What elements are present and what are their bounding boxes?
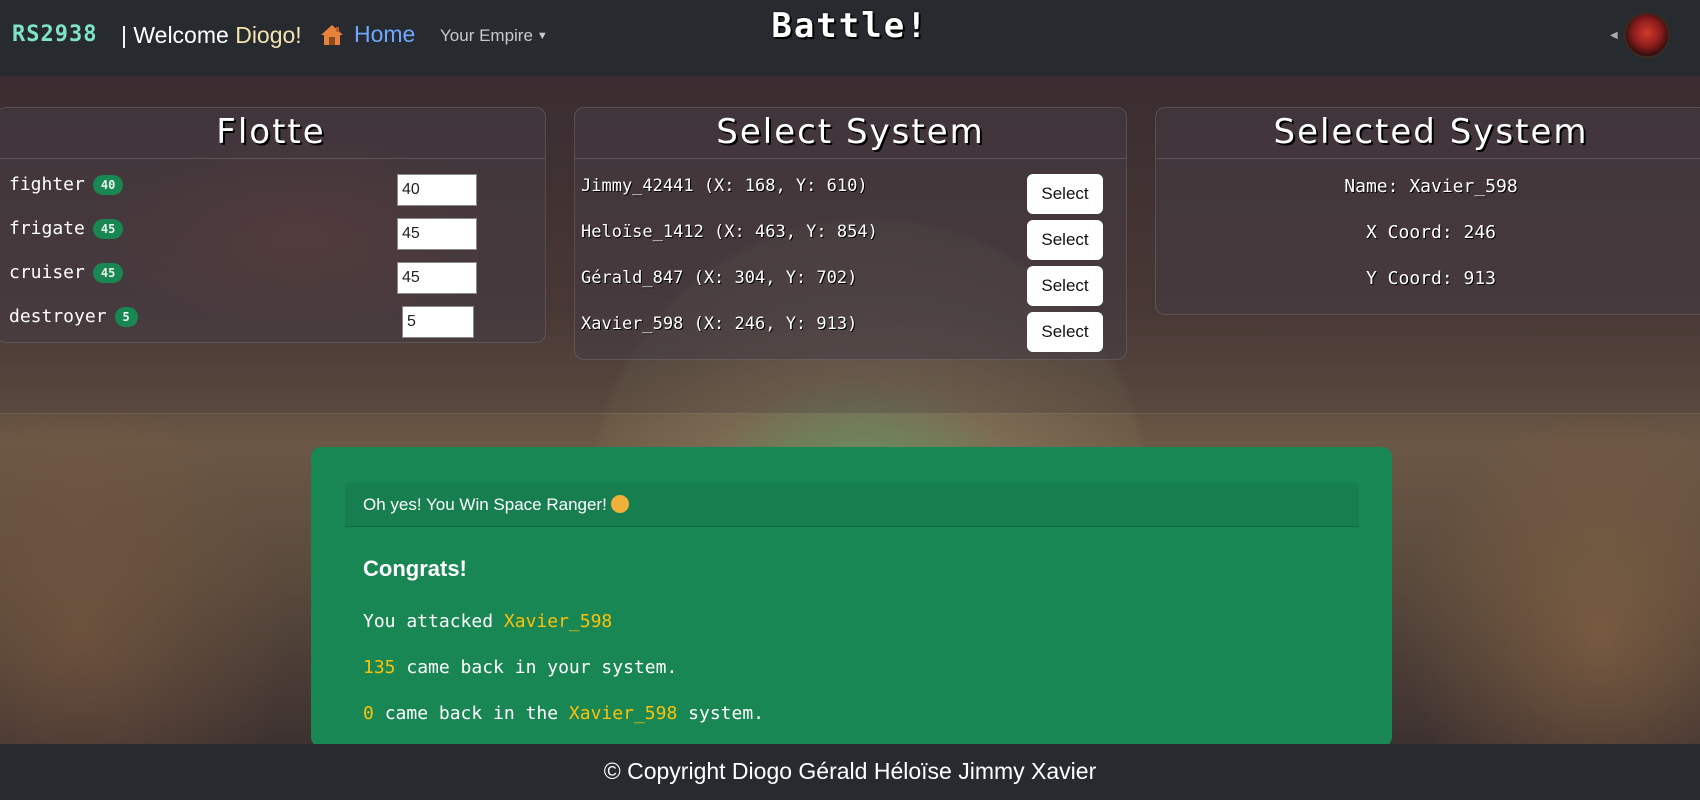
emoji-icon — [610, 495, 629, 513]
enemy-text-prefix: came back in the — [384, 703, 559, 724]
cruiser-quantity-input[interactable] — [397, 262, 477, 294]
ship-count-badge: 45 — [92, 218, 124, 239]
page-title: Battle! — [771, 6, 929, 46]
battle-result-card: Oh yes! You Win Space Ranger! Congrats! … — [311, 447, 1392, 747]
fleet-panel: Flotte fighter 40 frigate 45 cruiser 45 … — [0, 107, 546, 343]
frigate-quantity-input[interactable] — [397, 218, 477, 250]
copyright-text: © Copyright Diogo Gérald Héloïse Jimmy X… — [603, 758, 1097, 784]
system-entry: Jimmy_42441 (X: 168, Y: 610) — [581, 176, 868, 196]
select-system-button[interactable]: Select — [1027, 174, 1103, 214]
footer: © Copyright Diogo Gérald Héloïse Jimmy X… — [0, 744, 1700, 800]
ship-count-badge: 40 — [92, 174, 124, 195]
attack-target: Xavier_598 — [503, 611, 613, 632]
system-entry: Gérald_847 (X: 304, Y: 702) — [581, 268, 858, 288]
fleet-row-cruiser: cruiser 45 — [9, 262, 124, 283]
selected-system-panel: Selected System Name: Xavier_598 X Coord… — [1155, 107, 1700, 315]
selected-system-title: Selected System — [1156, 108, 1700, 159]
avatar[interactable] — [1623, 12, 1670, 58]
result-header-text: Oh yes! You Win Space Ranger! — [363, 495, 607, 514]
fleet-row-frigate: frigate 45 — [9, 218, 124, 239]
enemy-summary: 0 came back in the Xavier_598 system. — [363, 703, 764, 724]
select-system-button[interactable]: Select — [1027, 312, 1103, 352]
enemy-count: 0 — [363, 703, 374, 724]
attack-summary: You attacked Xavier_598 — [363, 611, 612, 632]
selected-system-name: Name: Xavier_598 — [1344, 176, 1518, 197]
system-entry: Heloïse_1412 (X: 463, Y: 854) — [581, 222, 878, 242]
top-navbar: RS2938 | Welcome Diogo! Home Your Empire… — [0, 0, 1700, 76]
congrats-title: Congrats! — [363, 556, 467, 581]
system-entry: Xavier_598 (X: 246, Y: 913) — [581, 314, 858, 334]
caret-left-icon: ◀ — [1610, 29, 1618, 41]
ship-name: fighter — [9, 174, 85, 195]
select-system-panel: Select System Jimmy_42441 (X: 168, Y: 61… — [574, 107, 1127, 360]
returned-summary: 135 came back in your system. — [363, 657, 677, 678]
ship-name: cruiser — [9, 262, 85, 283]
returned-count: 135 — [363, 657, 396, 678]
attack-summary-prefix: You attacked — [363, 611, 494, 632]
ship-count-badge: 45 — [92, 262, 124, 283]
ship-count-badge: 5 — [114, 306, 138, 327]
selected-system-x: X Coord: 246 — [1365, 222, 1497, 243]
ship-name: destroyer — [9, 306, 107, 327]
select-system-button[interactable]: Select — [1027, 266, 1103, 306]
select-system-button[interactable]: Select — [1027, 220, 1103, 260]
destroyer-quantity-input[interactable] — [402, 306, 474, 338]
fleet-title: Flotte — [0, 108, 545, 159]
select-system-title: Select System — [575, 108, 1126, 159]
enemy-target: Xavier_598 — [568, 703, 678, 724]
ship-name: frigate — [9, 218, 85, 239]
fleet-row-destroyer: destroyer 5 — [9, 306, 138, 327]
returned-text: came back in your system. — [406, 657, 678, 678]
selected-system-y: Y Coord: 913 — [1365, 268, 1497, 289]
fighter-quantity-input[interactable] — [397, 174, 477, 206]
user-menu-toggle[interactable]: ◀ — [1610, 12, 1670, 58]
fleet-row-fighter: fighter 40 — [9, 174, 124, 195]
result-header: Oh yes! You Win Space Ranger! — [345, 483, 1359, 527]
enemy-text-suffix: system. — [688, 703, 764, 724]
